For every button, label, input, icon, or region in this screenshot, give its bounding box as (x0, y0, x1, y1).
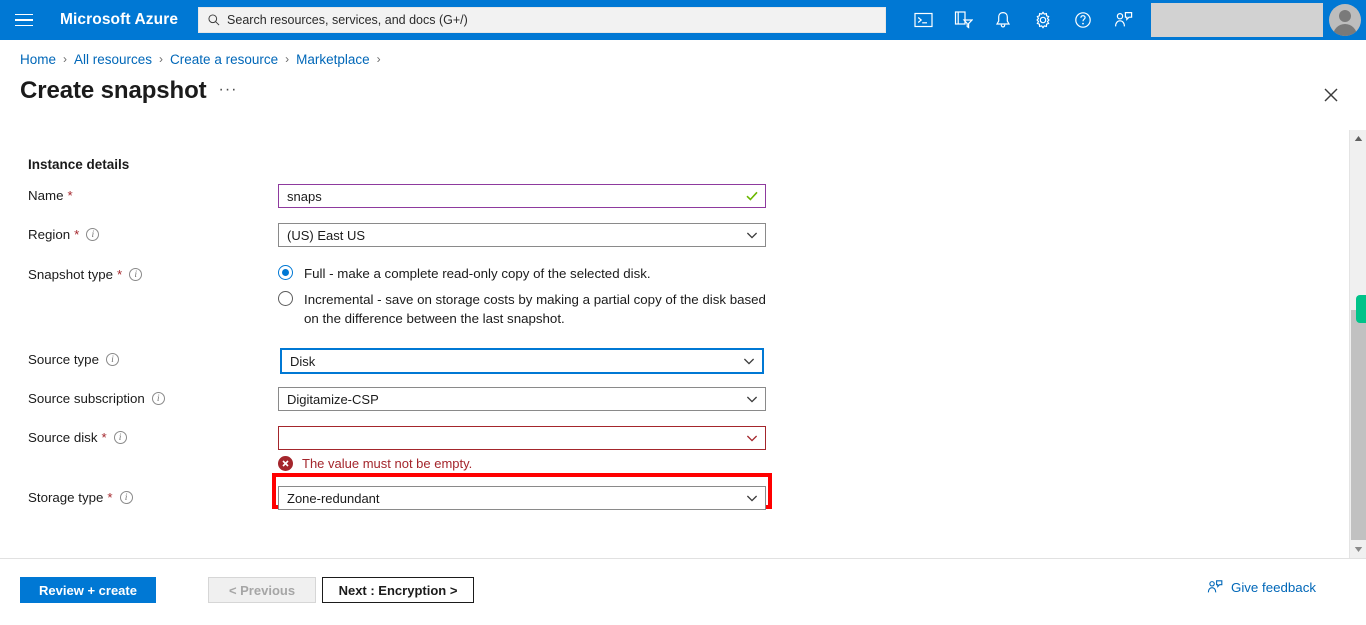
breadcrumb-item-home[interactable]: Home (20, 52, 56, 67)
label-source-type: Source type i (28, 352, 119, 367)
scroll-position-marker (1356, 295, 1366, 323)
label-region: Region * i (28, 227, 100, 242)
radio-option-full[interactable]: Full - make a complete read-only copy of… (278, 264, 651, 283)
scrollbar-thumb[interactable] (1351, 310, 1366, 540)
radio-incremental-label: Incremental - save on storage costs by m… (304, 292, 766, 326)
required-asterisk: * (107, 490, 113, 505)
create-snapshot-form: Instance details Name * snaps Region * i… (0, 130, 1340, 558)
label-storage-type-text: Storage type (28, 490, 104, 505)
breadcrumb-item-marketplace[interactable]: Marketplace (296, 52, 370, 67)
close-icon[interactable] (1318, 82, 1344, 108)
header-icon-group (903, 0, 1366, 40)
scroll-up-arrow-icon[interactable] (1350, 130, 1366, 147)
review-create-button[interactable]: Review + create (20, 577, 156, 603)
source-type-dropdown-value: Disk (290, 353, 316, 369)
azure-brand-label[interactable]: Microsoft Azure (60, 11, 178, 29)
global-header: Microsoft Azure Search resources, servic… (0, 0, 1366, 40)
azure-portal-page: Microsoft Azure Search resources, servic… (0, 0, 1366, 625)
info-icon[interactable]: i (86, 228, 100, 241)
give-feedback-label: Give feedback (1230, 579, 1316, 595)
radio-incremental-indicator[interactable] (278, 291, 293, 306)
wizard-footer: Review + create < Previous Next : Encryp… (0, 559, 1366, 625)
account-info-placeholder (1151, 3, 1323, 37)
region-dropdown[interactable]: (US) East US (278, 223, 766, 247)
user-avatar[interactable] (1329, 4, 1361, 36)
scroll-down-arrow-icon[interactable] (1350, 541, 1366, 558)
breadcrumb-item-create-a-resource[interactable]: Create a resource (170, 52, 278, 67)
source-subscription-dropdown[interactable]: Digitamize-CSP (278, 387, 766, 411)
source-type-dropdown[interactable]: Disk (280, 348, 764, 374)
info-icon[interactable]: i (151, 392, 165, 405)
settings-gear-icon[interactable] (1023, 0, 1063, 40)
storage-type-dropdown[interactable]: Zone-redundant (278, 486, 766, 510)
global-search-input[interactable]: Search resources, services, and docs (G+… (198, 7, 887, 33)
name-input-value: snaps (287, 188, 322, 204)
required-asterisk: * (101, 430, 107, 445)
feedback-person-icon (1207, 580, 1223, 593)
info-icon[interactable]: i (105, 353, 119, 366)
hamburger-menu-icon[interactable] (0, 0, 48, 40)
error-circle-icon (278, 456, 293, 471)
label-name-text: Name (28, 188, 64, 203)
name-input[interactable]: snaps (278, 184, 766, 208)
label-source-disk: Source disk * i (28, 430, 127, 445)
label-source-subscription-text: Source subscription (28, 391, 145, 406)
give-feedback-link[interactable]: Give feedback (1207, 579, 1316, 595)
label-region-text: Region (28, 227, 71, 242)
radio-option-incremental[interactable]: Incremental - save on storage costs by m… (278, 290, 784, 328)
label-snapshot-type-text: Snapshot type (28, 267, 114, 282)
chevron-down-icon (746, 396, 758, 403)
breadcrumb-separator: › (159, 52, 164, 66)
directory-filter-icon[interactable] (943, 0, 983, 40)
storage-type-dropdown-value: Zone-redundant (287, 490, 380, 506)
required-asterisk: * (117, 267, 123, 282)
next-encryption-button[interactable]: Next : Encryption > (322, 577, 474, 603)
source-disk-error-text: The value must not be empty. (302, 456, 473, 471)
label-source-disk-text: Source disk (28, 430, 98, 445)
chevron-down-icon (746, 495, 758, 502)
label-source-subscription: Source subscription i (28, 391, 165, 406)
search-icon (208, 14, 220, 26)
section-title-instance-details: Instance details (28, 157, 130, 172)
source-disk-dropdown[interactable] (278, 426, 766, 450)
green-check-icon (746, 191, 758, 201)
info-icon[interactable]: i (129, 268, 143, 281)
info-icon[interactable]: i (119, 491, 133, 504)
info-icon[interactable]: i (113, 431, 127, 444)
label-storage-type: Storage type * i (28, 490, 133, 505)
breadcrumb-separator: › (63, 52, 68, 66)
label-name: Name * (28, 188, 73, 203)
required-asterisk: * (67, 188, 73, 203)
cloud-shell-icon[interactable] (903, 0, 943, 40)
breadcrumb-item-all-resources[interactable]: All resources (74, 52, 152, 67)
feedback-person-icon[interactable] (1103, 0, 1143, 40)
chevron-down-icon (746, 435, 758, 442)
region-dropdown-value: (US) East US (287, 227, 366, 243)
global-search-placeholder: Search resources, services, and docs (G+… (227, 13, 468, 27)
chevron-down-icon (743, 358, 755, 365)
label-source-type-text: Source type (28, 352, 99, 367)
label-snapshot-type: Snapshot type * i (28, 267, 143, 282)
chevron-down-icon (746, 232, 758, 239)
breadcrumb-separator: › (285, 52, 290, 66)
page-title: Create snapshot (20, 77, 207, 104)
previous-button: < Previous (208, 577, 316, 603)
help-question-icon[interactable] (1063, 0, 1103, 40)
source-disk-error: The value must not be empty. (278, 456, 472, 471)
radio-full-label: Full - make a complete read-only copy of… (304, 266, 651, 281)
source-subscription-dropdown-value: Digitamize-CSP (287, 391, 379, 407)
breadcrumb-separator: › (376, 52, 381, 66)
form-scrollbar[interactable] (1349, 130, 1366, 558)
radio-full-indicator[interactable] (278, 265, 293, 280)
more-options-icon[interactable]: ··· (218, 82, 238, 104)
notifications-bell-icon[interactable] (983, 0, 1023, 40)
required-asterisk: * (74, 227, 80, 242)
breadcrumb: Home › All resources › Create a resource… (20, 48, 388, 70)
